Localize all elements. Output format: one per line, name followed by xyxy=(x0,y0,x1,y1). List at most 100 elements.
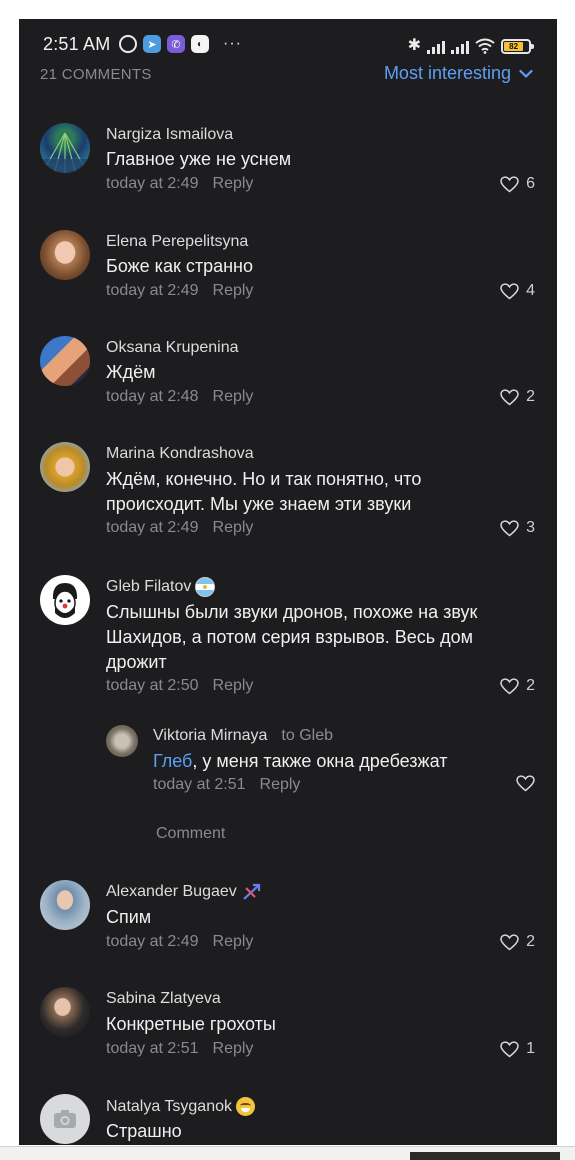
comment-text: Страшно xyxy=(106,1121,182,1141)
signal-icon xyxy=(451,40,469,54)
comment-text: Слышны были звуки дронов, похоже на звук… xyxy=(106,602,478,672)
like-button[interactable]: 2 xyxy=(500,677,535,695)
heart-icon xyxy=(500,519,519,536)
comment-time: today at 2:49 xyxy=(106,282,199,299)
page-bottom-thumbnail xyxy=(410,1152,560,1160)
avatar[interactable] xyxy=(40,880,90,930)
like-button[interactable] xyxy=(516,775,535,792)
comment-meta: today at 2:49 Reply xyxy=(106,519,253,537)
comment-author[interactable]: Sabina Zlatyeva xyxy=(106,990,221,1008)
reply-button[interactable]: Reply xyxy=(213,677,254,694)
reply-button[interactable]: Reply xyxy=(213,1040,254,1057)
comment-meta: today at 2:49 Reply xyxy=(106,282,253,300)
comment-author[interactable]: Natalya Tsyganok xyxy=(106,1097,255,1116)
heart-icon xyxy=(500,388,519,405)
like-button[interactable]: 6 xyxy=(500,175,535,193)
mention-link[interactable]: Глеб xyxy=(153,751,192,771)
heart-icon xyxy=(500,282,519,299)
comment-text: Ждём xyxy=(106,362,156,382)
comment-author[interactable]: Elena Perepelitsyna xyxy=(106,233,248,251)
comment-meta: today at 2:49 Reply xyxy=(106,175,253,193)
comment-time: today at 2:49 xyxy=(106,933,199,950)
heart-icon xyxy=(500,677,519,694)
sagittarius-bow-emoji xyxy=(243,883,260,900)
comment-meta: today at 2:48 Reply xyxy=(106,388,253,406)
system-icons: ✱ 82 xyxy=(407,36,534,54)
avatar[interactable] xyxy=(40,230,90,280)
argentina-flag-emoji xyxy=(195,577,216,597)
reply-button[interactable]: Reply xyxy=(213,933,254,950)
comment-author[interactable]: Marina Kondrashova xyxy=(106,445,254,463)
sort-dropdown[interactable]: Most interesting xyxy=(384,63,533,84)
comment-time: today at 2:49 xyxy=(106,175,199,192)
camera-icon xyxy=(54,1110,76,1128)
reply-target: to Gleb xyxy=(281,727,334,744)
more-notifications-icon: ··· xyxy=(223,35,242,52)
comment-meta: today at 2:50 Reply xyxy=(106,677,253,695)
like-button[interactable]: 2 xyxy=(500,933,535,951)
like-button[interactable]: 1 xyxy=(500,1040,535,1058)
battery-level: 82 xyxy=(504,42,524,51)
reply-button[interactable]: Reply xyxy=(260,776,301,793)
heart-icon xyxy=(500,1040,519,1057)
avatar[interactable] xyxy=(40,1094,90,1144)
phone-screen: 2:51 AM ➤ ✆ ◐ ··· ✱ 82 21 COMMENTS Most … xyxy=(19,19,557,1145)
heart-icon xyxy=(500,175,519,192)
reply-button[interactable]: Reply xyxy=(213,519,254,536)
messenger-icon: ◐ xyxy=(191,35,209,53)
reply-time: today at 2:51 xyxy=(153,776,246,793)
reply-text: Глеб, у меня также окна дребезжат xyxy=(153,751,448,771)
comment-button[interactable]: Comment xyxy=(156,825,225,843)
like-count: 2 xyxy=(526,388,535,405)
heart-icon xyxy=(516,775,535,792)
comment-time: today at 2:50 xyxy=(106,677,199,694)
like-button[interactable]: 4 xyxy=(500,282,535,300)
chevron-down-icon xyxy=(519,69,533,78)
comment-author[interactable]: Nargiza Ismailova xyxy=(106,126,233,144)
like-count: 2 xyxy=(526,677,535,694)
notification-icons: ➤ ✆ ◐ ··· xyxy=(119,34,242,54)
comment-text: Боже как странно xyxy=(106,256,253,276)
avatar[interactable] xyxy=(40,123,90,173)
comment-time: today at 2:51 xyxy=(106,1040,199,1057)
sort-label: Most interesting xyxy=(383,63,511,83)
avatar[interactable] xyxy=(40,987,90,1037)
comment-meta: today at 2:49 Reply xyxy=(106,933,253,951)
like-button[interactable]: 3 xyxy=(500,519,535,537)
avatar[interactable] xyxy=(40,442,90,492)
avatar[interactable] xyxy=(106,725,138,757)
like-count: 1 xyxy=(526,1040,535,1057)
signal-icon xyxy=(427,40,445,54)
grimacing-face-emoji xyxy=(236,1097,255,1116)
avatar[interactable] xyxy=(40,575,90,625)
comment-text: Конкретные грохоты xyxy=(106,1014,276,1034)
status-time: 2:51 AM xyxy=(43,34,111,54)
comment-time: today at 2:49 xyxy=(106,519,199,536)
comment-meta: today at 2:51 Reply xyxy=(106,1040,253,1058)
heart-icon xyxy=(500,933,519,950)
comment-text: Спим xyxy=(106,907,152,927)
like-count: 6 xyxy=(526,175,535,192)
telegram-icon: ➤ xyxy=(143,35,161,53)
reply-meta: today at 2:51 Reply xyxy=(153,776,300,794)
reply-button[interactable]: Reply xyxy=(213,388,254,405)
like-count: 4 xyxy=(526,282,535,299)
wifi-icon xyxy=(475,38,495,54)
like-count: 2 xyxy=(526,933,535,950)
reply-button[interactable]: Reply xyxy=(213,282,254,299)
avatar[interactable] xyxy=(40,336,90,386)
like-button[interactable]: 2 xyxy=(500,388,535,406)
comment-text: Ждём, конечно. Но и так понятно, что про… xyxy=(106,469,422,514)
comment-text: Главное уже не уснем xyxy=(106,149,292,169)
reply-author[interactable]: Viktoria Mirnaya to Gleb xyxy=(153,727,333,745)
comments-count: 21 COMMENTS xyxy=(40,66,152,83)
reply-button[interactable]: Reply xyxy=(213,175,254,192)
like-count: 3 xyxy=(526,519,535,536)
comment-author[interactable]: Oksana Krupenina xyxy=(106,339,239,357)
viber-icon: ✆ xyxy=(167,35,185,53)
battery-icon: 82 xyxy=(501,39,534,54)
comment-author[interactable]: Gleb Filatov xyxy=(106,577,216,597)
comment-author[interactable]: Alexander Bugaev xyxy=(106,882,263,902)
bluetooth-icon: ✱ xyxy=(407,37,421,54)
comment-time: today at 2:48 xyxy=(106,388,199,405)
